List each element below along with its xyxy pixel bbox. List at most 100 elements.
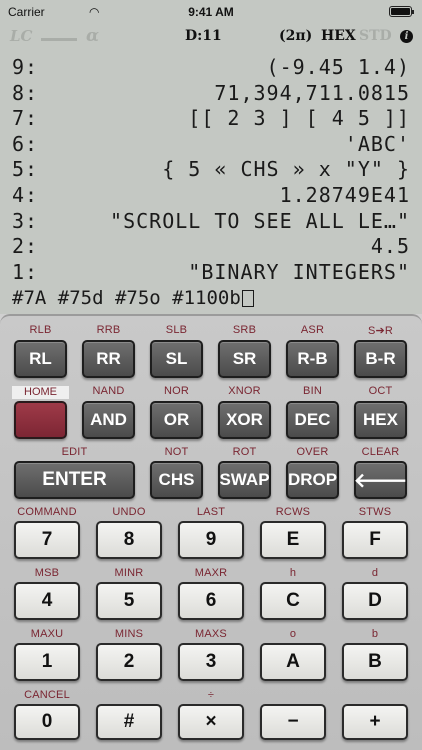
stack-level[interactable]: 8: 71,394,711.0815	[12, 81, 410, 107]
stack-level[interactable]: 6: 'ABC'	[12, 132, 410, 158]
shift-label-b: b	[371, 628, 379, 640]
stack-display[interactable]: 9: (-9.45 1.4) 8: 71,394,711.0815 7: [[ 2 3 ]…	[12, 55, 410, 285]
annunciator-bar: LC α D:11 (2π) HEX STD i	[0, 26, 422, 47]
std-annunciator: STD	[359, 28, 392, 44]
sr-key[interactable]: SR	[218, 340, 271, 378]
hash-key[interactable]: #	[96, 704, 162, 740]
stack-level-number: 7:	[12, 106, 39, 131]
directory-annunciator: D:11	[185, 28, 222, 44]
shift-label-rrb: RRB	[96, 324, 121, 336]
plus-key[interactable]: +	[342, 704, 408, 740]
5-key[interactable]: 5	[96, 582, 162, 620]
hex-key[interactable]: HEX	[354, 401, 407, 439]
shift-label-undo: UNDO	[112, 506, 146, 518]
stack-level[interactable]: 2: 4.5	[12, 234, 410, 260]
7-key[interactable]: 7	[14, 521, 80, 559]
clock: 9:41 AM	[188, 5, 234, 19]
key-label: 0	[41, 711, 53, 732]
alpha-annunciator: α	[86, 26, 100, 46]
c-key[interactable]: C	[260, 582, 326, 620]
sl-key[interactable]: SL	[150, 340, 203, 378]
stack-level-number: 8:	[12, 80, 39, 105]
shift-label-mins: MINS	[114, 628, 144, 640]
xor-key[interactable]: XOR	[218, 401, 271, 439]
shift-label-nand: NAND	[92, 385, 125, 397]
shift-label-edit: EDIT	[61, 446, 88, 458]
b-r-key[interactable]: B-R	[354, 340, 407, 378]
home-key[interactable]	[14, 401, 67, 439]
stack-level[interactable]: 5: { 5 « CHS » x "Y" }	[12, 157, 410, 183]
key-label: B	[368, 651, 382, 672]
1-key[interactable]: 1	[14, 643, 80, 681]
key-label: +	[369, 711, 381, 732]
key-label: 6	[205, 590, 217, 611]
battery-icon	[389, 6, 414, 17]
or-key[interactable]: OR	[150, 401, 203, 439]
and-key[interactable]: AND	[82, 401, 135, 439]
enter-key[interactable]: ENTER	[14, 461, 135, 499]
a-key[interactable]: A	[260, 643, 326, 681]
r-b-key[interactable]: R-B	[286, 340, 339, 378]
stack-level-number: 3:	[12, 208, 39, 233]
d-key[interactable]: D	[342, 582, 408, 620]
6-key[interactable]: 6	[178, 582, 244, 620]
shift-label-s-to-r: S➔R	[367, 325, 394, 337]
dec-key[interactable]: DEC	[286, 401, 339, 439]
drop-key[interactable]: DROP	[286, 461, 339, 499]
stack-value: (-9.45 1.4)	[266, 55, 410, 79]
key-label: D	[368, 590, 382, 611]
0-key[interactable]: 0	[14, 704, 80, 740]
key-label: −	[287, 711, 299, 732]
stack-value: 'ABC'	[344, 131, 410, 156]
4-key[interactable]: 4	[14, 582, 80, 620]
rr-key[interactable]: RR	[82, 340, 135, 378]
3-key[interactable]: 3	[178, 643, 244, 681]
keypad: RLB RL RRB RR SLB SL SRB SR ASR R-B S➔R B-R HOME NAND…	[0, 314, 422, 750]
stack-level[interactable]: 3: "SCROLL TO SEE ALL LE…"	[12, 209, 410, 235]
e-key[interactable]: E	[260, 521, 326, 559]
multiply-key[interactable]: ×	[178, 704, 244, 740]
9-key[interactable]: 9	[178, 521, 244, 559]
command-line-text: #7A #75d #75o #1100b	[12, 287, 241, 309]
key-label: RR	[96, 349, 121, 368]
key-label: 4	[41, 590, 53, 611]
stack-level[interactable]: 7: [[ 2 3 ] [ 4 5 ]]	[12, 106, 410, 132]
twopi-annunciator: (2π)	[279, 28, 313, 44]
shift-label-rcws: RCWS	[275, 506, 311, 518]
stack-level-number: 4:	[12, 182, 39, 207]
shift-label-oct: OCT	[368, 385, 393, 397]
swap-key[interactable]: SWAP	[218, 461, 271, 499]
f-key[interactable]: F	[342, 521, 408, 559]
2-key[interactable]: 2	[96, 643, 162, 681]
key-label: DROP	[287, 470, 338, 489]
shift-label-home: HOME	[12, 386, 69, 399]
shift-label-maxu: MAXU	[30, 628, 64, 640]
backspace-key[interactable]: 🡐	[354, 461, 407, 499]
stack-value: 1.28749E41	[279, 182, 410, 207]
shift-label-asr: ASR	[300, 324, 325, 336]
chs-key[interactable]: CHS	[150, 461, 203, 499]
minus-key[interactable]: −	[260, 704, 326, 740]
command-line[interactable]: #7A #75d #75o #1100b	[12, 286, 254, 310]
rl-key[interactable]: RL	[14, 340, 67, 378]
key-label: C	[286, 590, 300, 611]
key-label: 5	[123, 590, 135, 611]
key-label: OR	[163, 410, 190, 429]
stack-level[interactable]: 4: 1.28749E41	[12, 183, 410, 209]
stack-level-number: 1:	[12, 259, 39, 284]
key-label: SWAP	[219, 470, 270, 489]
stack-level-number: 9:	[12, 55, 39, 79]
stack-level[interactable]: 9: (-9.45 1.4)	[12, 55, 410, 81]
info-icon[interactable]: i	[400, 30, 413, 43]
shift-label-nor: NOR	[163, 385, 190, 397]
shift-label-h: h	[289, 567, 297, 579]
status-bar: Carrier ◠ 9:41 AM	[0, 5, 422, 19]
shift-label-maxr: MAXR	[194, 567, 228, 579]
text-cursor	[241, 290, 254, 307]
stack-level[interactable]: 1: "BINARY INTEGERS"	[12, 260, 410, 286]
key-label: F	[369, 529, 381, 550]
key-label: R-B	[297, 349, 328, 368]
key-label: AND	[90, 410, 127, 429]
b-key[interactable]: B	[342, 643, 408, 681]
8-key[interactable]: 8	[96, 521, 162, 559]
